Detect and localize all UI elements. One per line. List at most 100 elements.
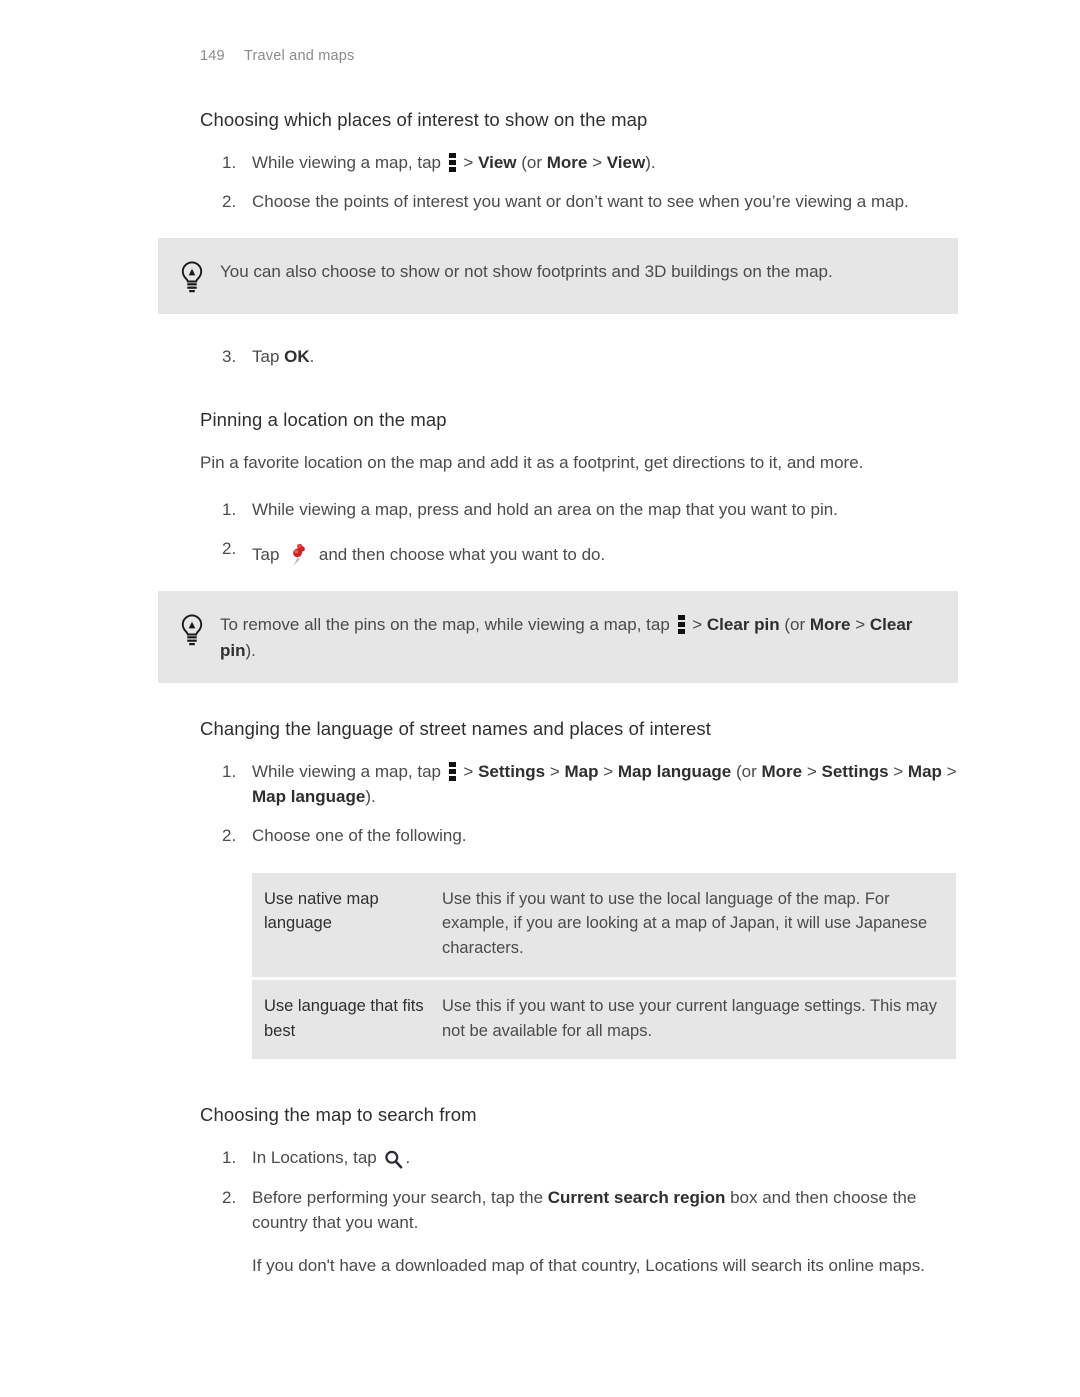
steps-pinning-a-location: 1. While viewing a map, press and hold a… <box>200 497 960 567</box>
page-content: Choosing which places of interest to sho… <box>158 108 960 1278</box>
step-text-fragment: Tap <box>252 347 285 367</box>
step-text-fragment: > <box>458 153 479 173</box>
step-text-fragment: Tap <box>252 544 285 564</box>
section-heading-choosing-the-map-to-search-from: Choosing the map to search from <box>200 1104 477 1126</box>
list-item: 2. Before performing your search, tap th… <box>200 1185 960 1278</box>
option-description: Use this if you want to use the local la… <box>442 889 928 958</box>
tip-text-fragment: ). <box>245 640 256 660</box>
overflow-menu-icon[interactable] <box>677 615 685 635</box>
step-text: Choose one of the following. <box>252 826 467 846</box>
ui-label-map-language: Map language <box>252 787 366 807</box>
list-item: 1. While viewing a map, press and hold a… <box>200 497 960 522</box>
list-marker: 2. <box>222 538 237 558</box>
step-text: Tap OK. <box>252 347 314 366</box>
step-text-fragment: Before performing your search, tap the <box>252 1187 548 1207</box>
section-heading-choosing-places-of-interest: Choosing which places of interest to sho… <box>200 109 648 130</box>
page-number: 149 <box>200 48 225 64</box>
step-text-fragment: > <box>598 762 618 782</box>
step-text-fragment: > <box>545 762 565 782</box>
ui-label-clear-pin: Clear pin <box>706 615 780 635</box>
step-text-fragment: > <box>458 762 479 782</box>
step-text: While viewing a map, tap > Settings > Ma… <box>252 762 957 806</box>
step-text-fragment: (or <box>731 762 762 782</box>
step-text: While viewing a map, press and hold an a… <box>252 499 838 519</box>
step-text-fragment: While viewing a map, tap <box>252 153 446 173</box>
step-text-fragment: ). <box>645 153 656 173</box>
step-text: Tap and then choose what you want to do. <box>252 543 606 566</box>
step-text-fragment: . <box>405 1148 411 1168</box>
steps-changing-the-language: 1. While viewing a map, tap > Settings >… <box>200 759 960 848</box>
pushpin-icon[interactable] <box>288 542 310 568</box>
step-text-fragment: and then choose what you want to do. <box>314 544 606 564</box>
ui-label-settings: Settings <box>821 762 889 782</box>
overflow-dot <box>677 622 685 628</box>
step-text-fragment: > <box>587 153 607 173</box>
section-heading-pinning-a-location: Pinning a location on the map <box>200 408 447 430</box>
ui-label-map-language: Map language <box>617 762 732 782</box>
section-intro-pinning: Pin a favorite location on the map and a… <box>200 452 864 472</box>
option-term: Use native map language <box>264 889 379 933</box>
overflow-dot <box>448 769 456 775</box>
overflow-dot <box>448 776 456 782</box>
ui-label-ok: OK <box>284 347 310 367</box>
chapter-title: Travel and maps <box>244 48 355 64</box>
step-text-fragment: . <box>309 347 315 367</box>
ui-label-current-search-region: Current search region <box>547 1187 726 1207</box>
list-item: 2. Choose the points of interest you wan… <box>200 189 960 214</box>
ui-label-more: More <box>546 153 588 173</box>
overflow-dot <box>448 153 456 159</box>
list-marker: 1. <box>222 153 237 173</box>
overflow-menu-icon[interactable] <box>448 153 456 173</box>
step-sub-paragraph: If you don't have a downloaded map of th… <box>252 1255 925 1275</box>
list-item: 1. In Locations, tap . <box>200 1145 960 1170</box>
ui-label-view: View <box>606 153 646 173</box>
search-icon[interactable] <box>384 1150 403 1169</box>
step-text-fragment: > <box>888 762 908 782</box>
lightbulb-icon <box>178 613 206 647</box>
tip-callout: To remove all the pins on the map, while… <box>158 591 958 684</box>
overflow-dot <box>448 167 456 173</box>
tip-text-fragment: (or <box>779 615 810 635</box>
step-text: In Locations, tap . <box>252 1148 411 1169</box>
tip-callout-text: You can also choose to show or not show … <box>220 262 833 282</box>
step-text: Before performing your search, tap the C… <box>252 1188 960 1278</box>
step-text-fragment: While viewing a map, tap <box>252 762 446 782</box>
ui-label-settings: Settings <box>478 762 546 782</box>
list-marker: 1. <box>222 499 237 519</box>
ui-label-view: View <box>478 153 517 173</box>
table-row: Use native map language Use this if you … <box>252 873 956 979</box>
tip-text-fragment: To remove all the pins on the map, while… <box>220 615 675 635</box>
document-page: 149 Travel and maps Choosing which place… <box>0 0 1080 1397</box>
list-item: 1. While viewing a map, tap > View (or M… <box>200 150 960 175</box>
list-marker: 1. <box>222 1148 237 1168</box>
tip-text-fragment: > <box>850 615 870 635</box>
overflow-menu-icon[interactable] <box>448 762 456 782</box>
list-item: 3. Tap OK. <box>200 344 960 369</box>
section-heading-changing-the-language: Changing the language of street names an… <box>200 718 711 740</box>
ui-label-map: Map <box>907 762 942 782</box>
list-marker: 2. <box>222 192 237 212</box>
list-marker: 2. <box>222 1187 237 1207</box>
ui-label-map: Map <box>564 762 599 782</box>
option-term: Use language that fits best <box>264 996 424 1040</box>
running-header: 149 Travel and maps <box>200 48 354 64</box>
steps-choosing-places-of-interest-continued: 3. Tap OK. <box>200 344 960 369</box>
overflow-dot <box>677 629 685 635</box>
step-text-fragment: ). <box>365 787 376 807</box>
step-text-fragment: In Locations, tap <box>252 1148 382 1168</box>
overflow-dot <box>677 615 685 621</box>
list-marker: 2. <box>222 826 237 846</box>
step-text: Choose the points of interest you want o… <box>252 192 909 212</box>
list-item: 2. Choose one of the following. <box>200 823 960 848</box>
tip-text-fragment: > <box>687 615 707 635</box>
map-language-options-table: Use native map language Use this if you … <box>252 872 956 1060</box>
list-marker: 3. <box>222 347 237 367</box>
step-text-fragment: > <box>941 762 957 782</box>
list-item: 2. Tap and then choose what you want to … <box>200 536 960 567</box>
option-description: Use this if you want to use your current… <box>442 996 937 1040</box>
lightbulb-icon <box>178 260 206 294</box>
step-text-fragment: > <box>802 762 822 782</box>
tip-callout: You can also choose to show or not show … <box>158 238 958 315</box>
overflow-dot <box>448 762 456 768</box>
list-item: 1. While viewing a map, tap > Settings >… <box>200 759 960 809</box>
